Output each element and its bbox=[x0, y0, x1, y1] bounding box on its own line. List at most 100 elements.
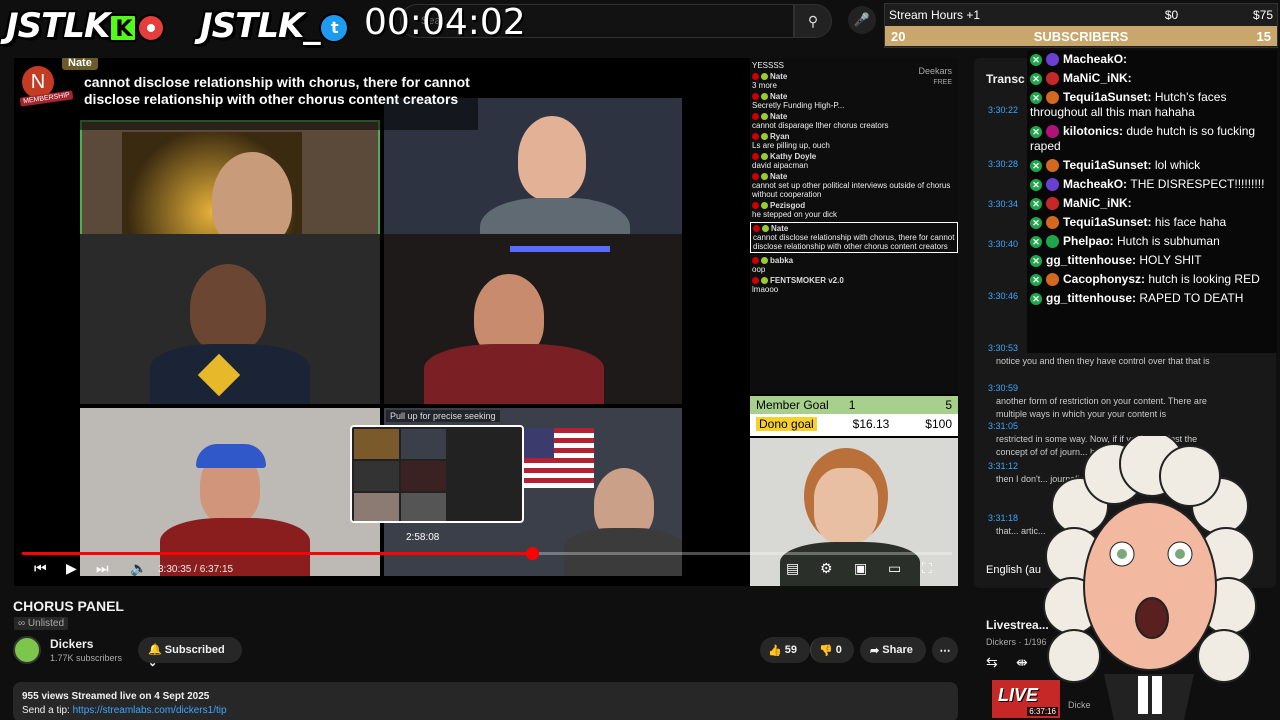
time-display: 3:30:35 / 6:37:15 bbox=[158, 564, 234, 575]
like-button[interactable]: 👍 59 bbox=[760, 637, 810, 663]
search-icon: ⚲ bbox=[807, 13, 819, 29]
visibility-text: Unlisted bbox=[27, 618, 65, 629]
chat-message: Ryan Ls are pilling up, ouch bbox=[750, 131, 958, 151]
remove-icon: ✕ bbox=[1030, 125, 1042, 138]
chat-author: babka bbox=[770, 256, 794, 265]
video-player[interactable]: N MEMBERSHIP Nate cannot disclose relati… bbox=[14, 58, 958, 586]
dono-goal-target: $100 bbox=[925, 417, 952, 431]
livestream-info: Dickers · 1/196 bbox=[986, 637, 1047, 647]
chat-text: 3 more bbox=[752, 81, 777, 90]
thumbs-down-icon: 👎 bbox=[819, 644, 833, 657]
goal-widget: Member Goal 1 5 Dono goal $16.13 $100 bbox=[750, 396, 958, 436]
overlay-chat-author: Tequi1aSunset: bbox=[1063, 158, 1152, 172]
tip-link[interactable]: https://streamlabs.com/dickers1/tip bbox=[73, 705, 227, 716]
youtube-badge-icon bbox=[752, 133, 759, 141]
sub-goal-end: 15 bbox=[1256, 28, 1271, 44]
youtube-badge-icon bbox=[752, 257, 759, 265]
progress-scrubber[interactable] bbox=[525, 547, 539, 560]
like-count: 59 bbox=[784, 644, 798, 656]
overlay-chat-author: MaNiC_iNK: bbox=[1063, 71, 1132, 85]
user-badge-icon bbox=[1046, 91, 1059, 105]
fullscreen-button[interactable]: ⛶ bbox=[922, 560, 932, 577]
youtube-badge-icon bbox=[752, 93, 759, 101]
remove-icon: ✕ bbox=[1030, 254, 1042, 267]
subtitles-button[interactable]: ▤ bbox=[786, 560, 799, 577]
chat-message: Nate Secretly Funding High-P... bbox=[750, 91, 958, 111]
transcript-timestamp[interactable]: 3:30:34 bbox=[988, 198, 1022, 211]
transcript-timestamp[interactable]: 3:30:22 bbox=[988, 104, 1022, 117]
remove-icon: ✕ bbox=[1030, 72, 1042, 85]
youtube-badge-icon bbox=[752, 113, 759, 121]
share-button[interactable]: ➦ Share bbox=[860, 637, 926, 663]
miniplayer-button[interactable]: ▣ bbox=[854, 560, 867, 577]
video-title: CHORUS PANEL bbox=[13, 598, 124, 614]
chat-author: Kathy Doyle bbox=[770, 152, 817, 161]
dislike-button[interactable]: 👎 0 bbox=[810, 637, 854, 663]
overlay-chat-author: MacheakO: bbox=[1063, 177, 1128, 191]
chat-text: Ls are pilling up, ouch bbox=[752, 141, 830, 150]
chat-author: Ryan bbox=[770, 132, 790, 141]
previous-button[interactable]: ⏮ bbox=[34, 560, 47, 577]
transcript-segment[interactable]: 3:30:59another form of restriction on yo… bbox=[988, 382, 1258, 421]
next-icon: ⏭ bbox=[96, 560, 109, 576]
overlay-chat-author: Phelpao: bbox=[1063, 234, 1114, 248]
visibility-badge: ∞ Unlisted bbox=[14, 617, 69, 630]
member-badge-icon bbox=[761, 73, 768, 81]
user-badge-icon bbox=[1046, 178, 1059, 192]
goal-end: $75 bbox=[1252, 8, 1273, 22]
dislike-count: 0 bbox=[835, 644, 842, 656]
transcript-timestamp[interactable]: 3:31:12 bbox=[988, 460, 1022, 473]
seek-hint: Pull up for precise seeking bbox=[386, 410, 500, 422]
previous-icon: ⏮ bbox=[34, 560, 47, 576]
transcript-timestamp[interactable]: 3:30:59 bbox=[988, 382, 1022, 395]
playlist-thumbnail[interactable]: LIVE 6:37:16 bbox=[992, 680, 1060, 718]
chat-author: Nate bbox=[770, 172, 788, 181]
theater-button[interactable]: ▭ bbox=[888, 560, 901, 577]
transcript-timestamp[interactable]: 3:30:28 bbox=[988, 158, 1022, 171]
search-button[interactable]: ⚲ bbox=[794, 4, 832, 38]
settings-button[interactable]: ⚙ bbox=[820, 560, 833, 577]
highlight-text: cannot disclose relationship with chorus… bbox=[84, 74, 470, 107]
chat-message: Nate cannot set up other political interv… bbox=[750, 171, 958, 200]
overlay-chat-message: ✕ Tequi1aSunset: lol whick bbox=[1027, 156, 1277, 175]
transcript-timestamp[interactable]: 3:30:40 bbox=[988, 238, 1022, 251]
shuffle-icon[interactable]: ⇼ bbox=[1016, 654, 1028, 671]
member-badge-icon bbox=[761, 257, 768, 265]
remove-icon: ✕ bbox=[1030, 235, 1042, 248]
channel-name[interactable]: Dickers bbox=[50, 637, 93, 651]
mic-button[interactable]: 🎤 bbox=[848, 6, 876, 34]
user-badge-icon bbox=[1046, 235, 1059, 249]
chat-highlight-overlay: N MEMBERSHIP Nate cannot disclose relati… bbox=[18, 58, 478, 130]
subscribe-label: Subscribed bbox=[164, 644, 225, 656]
volume-button[interactable]: 🔈 bbox=[130, 560, 147, 577]
user-badge-icon bbox=[1046, 216, 1059, 230]
camera-tile-3 bbox=[80, 234, 380, 404]
transcript-timestamp[interactable]: 3:30:53 bbox=[988, 342, 1022, 355]
overlay-chat-author: Tequi1aSunset: bbox=[1063, 90, 1152, 104]
description-box[interactable]: 955 views Streamed live on 4 Sept 2025 S… bbox=[13, 682, 958, 720]
overlay-chat-message: ✕ MacheakO: THE DISRESPECT!!!!!!!!! bbox=[1027, 175, 1277, 194]
user-badge-icon bbox=[1046, 72, 1059, 86]
user-badge-icon bbox=[1046, 53, 1059, 67]
loop-icon[interactable]: ⇆ bbox=[986, 654, 998, 671]
remove-icon: ✕ bbox=[1030, 216, 1042, 229]
chat-header-name: Deekars bbox=[918, 66, 952, 76]
subscribe-button[interactable]: 🔔 Subscribed ⌄ bbox=[138, 637, 242, 669]
overlay-chat-text: THE DISRESPECT!!!!!!!!! bbox=[1130, 177, 1265, 191]
channel-avatar[interactable] bbox=[13, 636, 41, 664]
dono-goal-label: Dono goal bbox=[756, 417, 817, 431]
transcript-timestamp[interactable]: 3:31:18 bbox=[988, 512, 1022, 525]
transcript-timestamp[interactable]: 3:30:46 bbox=[988, 290, 1022, 303]
language-selector[interactable]: English (au bbox=[986, 564, 1041, 576]
progress-bar[interactable] bbox=[22, 547, 952, 560]
more-actions-button[interactable]: ⋯ bbox=[932, 637, 958, 663]
youtube-badge-icon bbox=[752, 173, 759, 181]
member-badge-icon bbox=[762, 225, 769, 233]
user-badge-icon bbox=[1046, 273, 1059, 287]
play-button[interactable]: ▶ bbox=[66, 560, 77, 577]
twitter-icon: t bbox=[319, 12, 350, 43]
chat-message: Pezisgod he stepped on your dick bbox=[750, 200, 958, 220]
transcript-timestamp[interactable]: 3:31:05 bbox=[988, 420, 1022, 433]
kick-logo: JSTLK K bbox=[6, 6, 166, 46]
next-button[interactable]: ⏭ bbox=[96, 560, 109, 577]
